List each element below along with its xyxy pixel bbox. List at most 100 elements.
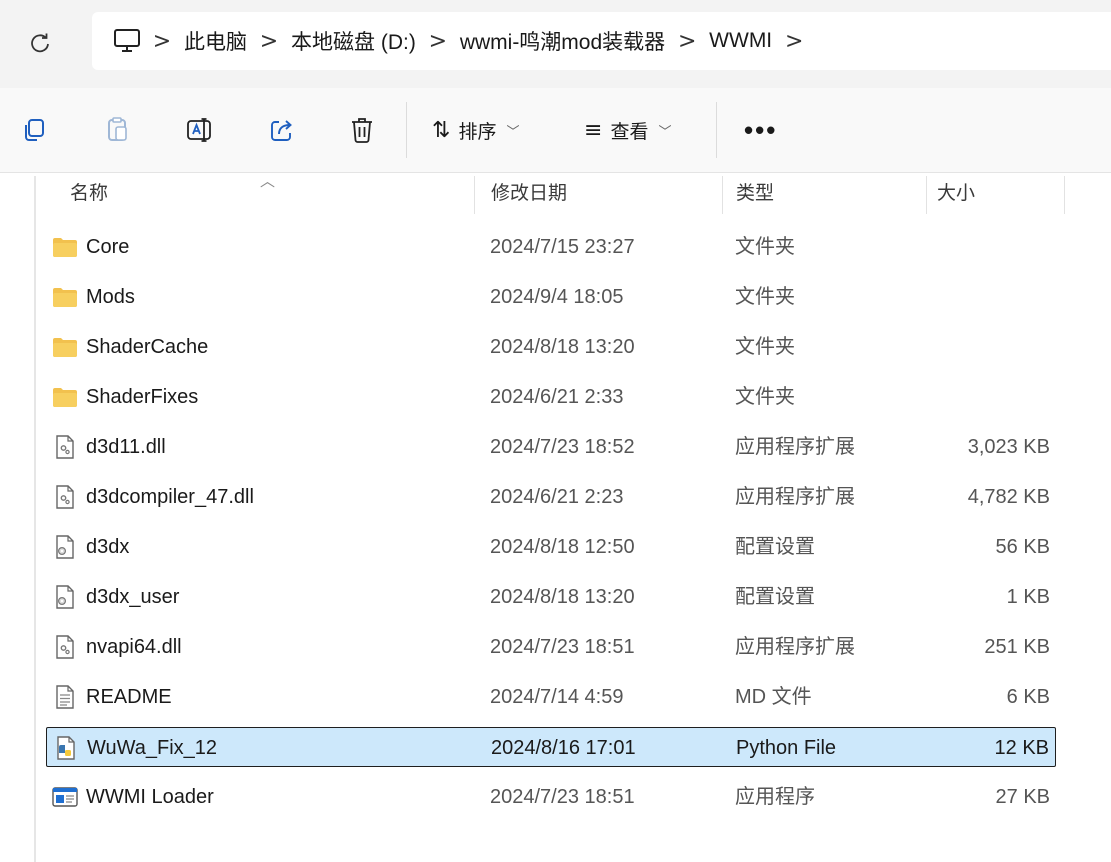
file-date: 2024/7/23 18:51 — [490, 786, 635, 808]
breadcrumb-separator[interactable]: > — [144, 29, 180, 54]
file-name: WuWa_Fix_12 — [87, 737, 218, 759]
file-row[interactable]: d3dx_user 2024/8/18 13:20 配置设置 1 KB — [46, 577, 1056, 617]
column-header-name[interactable]: 名称 — [70, 172, 108, 218]
column-header-type[interactable]: 类型 — [736, 172, 774, 218]
share-icon — [271, 120, 292, 141]
column-divider[interactable] — [722, 176, 723, 214]
view-list-icon: ≡ — [584, 117, 603, 143]
file-date: 2024/9/4 18:05 — [490, 286, 624, 308]
file-type: 文件夹 — [735, 236, 795, 258]
file-date: 2024/7/23 18:51 — [490, 636, 635, 658]
dll-file-icon — [52, 477, 78, 517]
file-name: d3dx_user — [86, 586, 180, 608]
file-date: 2024/8/18 12:50 — [490, 536, 635, 558]
command-divider — [406, 102, 407, 158]
breadcrumb-wwmi[interactable]: WWMI — [705, 29, 776, 53]
file-type: 文件夹 — [735, 286, 795, 308]
file-date: 2024/6/21 2:33 — [490, 386, 624, 408]
file-row[interactable]: WWMI Loader 2024/7/23 18:51 应用程序 27 KB — [46, 777, 1056, 817]
dll-file-icon — [52, 627, 78, 667]
file-size: 1 KB — [1006, 586, 1050, 608]
text-file-icon — [52, 677, 78, 717]
file-row[interactable]: ShaderFixes 2024/6/21 2:33 文件夹 — [46, 377, 1056, 417]
file-name: d3dcompiler_47.dll — [86, 486, 254, 508]
file-date: 2024/7/14 4:59 — [490, 686, 624, 708]
breadcrumb-separator[interactable]: > — [251, 29, 287, 54]
file-size: 56 KB — [995, 536, 1050, 558]
file-date: 2024/6/21 2:23 — [490, 486, 624, 508]
view-button[interactable]: ≡ 查看 ﹀ — [584, 110, 671, 150]
folder-icon — [52, 227, 78, 267]
column-divider[interactable] — [926, 176, 927, 214]
file-row[interactable]: d3d11.dll 2024/7/23 18:52 应用程序扩展 3,023 K… — [46, 427, 1056, 467]
file-name: README — [86, 686, 172, 708]
config-file-icon — [52, 527, 78, 567]
file-name: ShaderCache — [86, 336, 209, 358]
file-row[interactable]: d3dcompiler_47.dll 2024/6/21 2:23 应用程序扩展… — [46, 477, 1056, 517]
rename-icon — [187, 118, 211, 142]
sort-label: 排序 — [458, 121, 497, 143]
file-name: nvapi64.dll — [86, 636, 182, 658]
folder-icon — [52, 327, 78, 367]
file-size: 12 KB — [994, 737, 1049, 759]
file-size: 6 KB — [1006, 686, 1050, 708]
file-type: 应用程序扩展 — [735, 436, 855, 458]
file-row[interactable]: d3dx 2024/8/18 12:50 配置设置 56 KB — [46, 527, 1056, 567]
file-type: 配置设置 — [735, 536, 815, 558]
file-name: d3dx — [86, 536, 130, 558]
file-type: 应用程序扩展 — [735, 486, 855, 508]
view-label: 查看 — [610, 121, 649, 143]
folder-icon — [52, 277, 78, 317]
file-name: Mods — [86, 286, 135, 308]
delete-button[interactable] — [342, 110, 382, 150]
file-size: 251 KB — [984, 636, 1050, 658]
file-type: 应用程序 — [735, 786, 815, 808]
folder-icon — [52, 377, 78, 417]
file-type: 文件夹 — [735, 386, 795, 408]
sort-button[interactable]: ⇅ 排序 ﹀ — [432, 110, 519, 150]
paste-button[interactable] — [98, 110, 138, 150]
column-header-date[interactable]: 修改日期 — [491, 172, 567, 218]
refresh-button[interactable] — [22, 26, 58, 62]
file-row[interactable]: README 2024/7/14 4:59 MD 文件 6 KB — [46, 677, 1056, 717]
trash-icon — [352, 118, 372, 143]
breadcrumb-separator[interactable]: > — [420, 29, 456, 54]
rename-button[interactable] — [180, 110, 220, 150]
breadcrumb-wwmi-loader-folder[interactable]: wwmi-鸣潮mod装载器 — [456, 26, 669, 56]
this-pc-icon[interactable] — [110, 24, 144, 58]
file-type: 文件夹 — [735, 336, 795, 358]
chevron-down-icon: ﹀ — [506, 123, 520, 139]
file-type: 配置设置 — [735, 586, 815, 608]
copy-button[interactable] — [14, 110, 54, 150]
column-header-size[interactable]: 大小 — [937, 172, 975, 218]
share-button[interactable] — [262, 110, 302, 150]
file-size: 3,023 KB — [967, 436, 1050, 458]
file-name: d3d11.dll — [86, 436, 166, 458]
column-divider[interactable] — [474, 176, 475, 214]
file-date: 2024/7/23 18:52 — [490, 436, 635, 458]
breadcrumb-separator[interactable]: > — [669, 29, 705, 54]
chevron-down-icon: ﹀ — [658, 123, 672, 139]
breadcrumb-separator[interactable]: > — [776, 29, 812, 54]
dll-file-icon — [52, 427, 78, 467]
paste-icon — [108, 117, 127, 141]
address-bar[interactable]: > 此电脑 > 本地磁盘 (D:) > wwmi-鸣潮mod装载器 > WWMI… — [92, 12, 1111, 70]
address-bar-strip: > 此电脑 > 本地磁盘 (D:) > wwmi-鸣潮mod装载器 > WWMI… — [0, 0, 1111, 88]
file-row[interactable]: Core 2024/7/15 23:27 文件夹 — [46, 227, 1056, 267]
file-name: WWMI Loader — [86, 786, 214, 808]
file-size: 4,782 KB — [967, 486, 1050, 508]
breadcrumb-this-pc[interactable]: 此电脑 — [180, 26, 251, 56]
navigation-pane-edge — [34, 176, 36, 862]
command-divider — [716, 102, 717, 158]
file-row-selected[interactable]: WuWa_Fix_12 2024/8/16 17:01 Python File … — [46, 727, 1056, 767]
file-date: 2024/8/18 13:20 — [490, 336, 635, 358]
column-divider[interactable] — [1064, 176, 1065, 214]
file-row[interactable]: ShaderCache 2024/8/18 13:20 文件夹 — [46, 327, 1056, 367]
breadcrumb-local-disk[interactable]: 本地磁盘 (D:) — [287, 26, 420, 56]
file-row[interactable]: Mods 2024/9/4 18:05 文件夹 — [46, 277, 1056, 317]
more-options-button[interactable]: ••• — [744, 110, 777, 150]
copy-icon — [25, 119, 44, 141]
file-date: 2024/8/18 13:20 — [490, 586, 635, 608]
file-row[interactable]: nvapi64.dll 2024/7/23 18:51 应用程序扩展 251 K… — [46, 627, 1056, 667]
file-type: MD 文件 — [735, 686, 812, 708]
